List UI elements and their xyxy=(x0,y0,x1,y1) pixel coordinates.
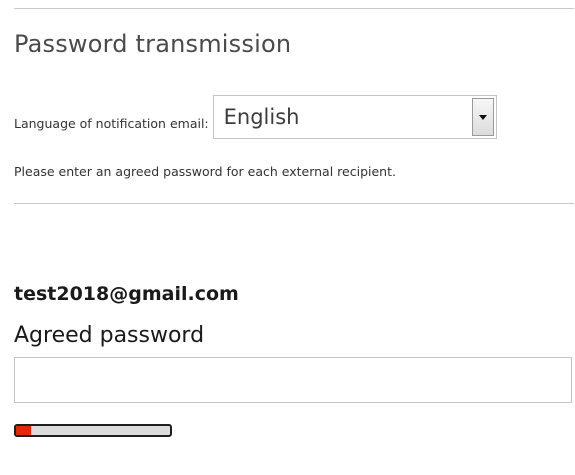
language-row: Language of notification email: English xyxy=(14,94,497,140)
password-strength-fill xyxy=(16,426,32,435)
section-divider xyxy=(14,203,574,204)
instruction-text: Please enter an agreed password for each… xyxy=(14,164,396,179)
section-title: Password transmission xyxy=(14,30,292,58)
agreed-password-input[interactable] xyxy=(14,357,572,403)
language-select[interactable]: English xyxy=(212,95,497,139)
password-strength-meter xyxy=(14,424,172,437)
dropdown-arrow-button[interactable] xyxy=(471,98,494,136)
caret-down-icon xyxy=(478,114,487,120)
language-label: Language of notification email: xyxy=(14,115,209,131)
recipient-email: test2018@gmail.com xyxy=(14,283,239,305)
agreed-password-label: Agreed password xyxy=(14,323,205,348)
top-divider xyxy=(14,8,574,9)
language-selected-value: English xyxy=(223,105,300,129)
